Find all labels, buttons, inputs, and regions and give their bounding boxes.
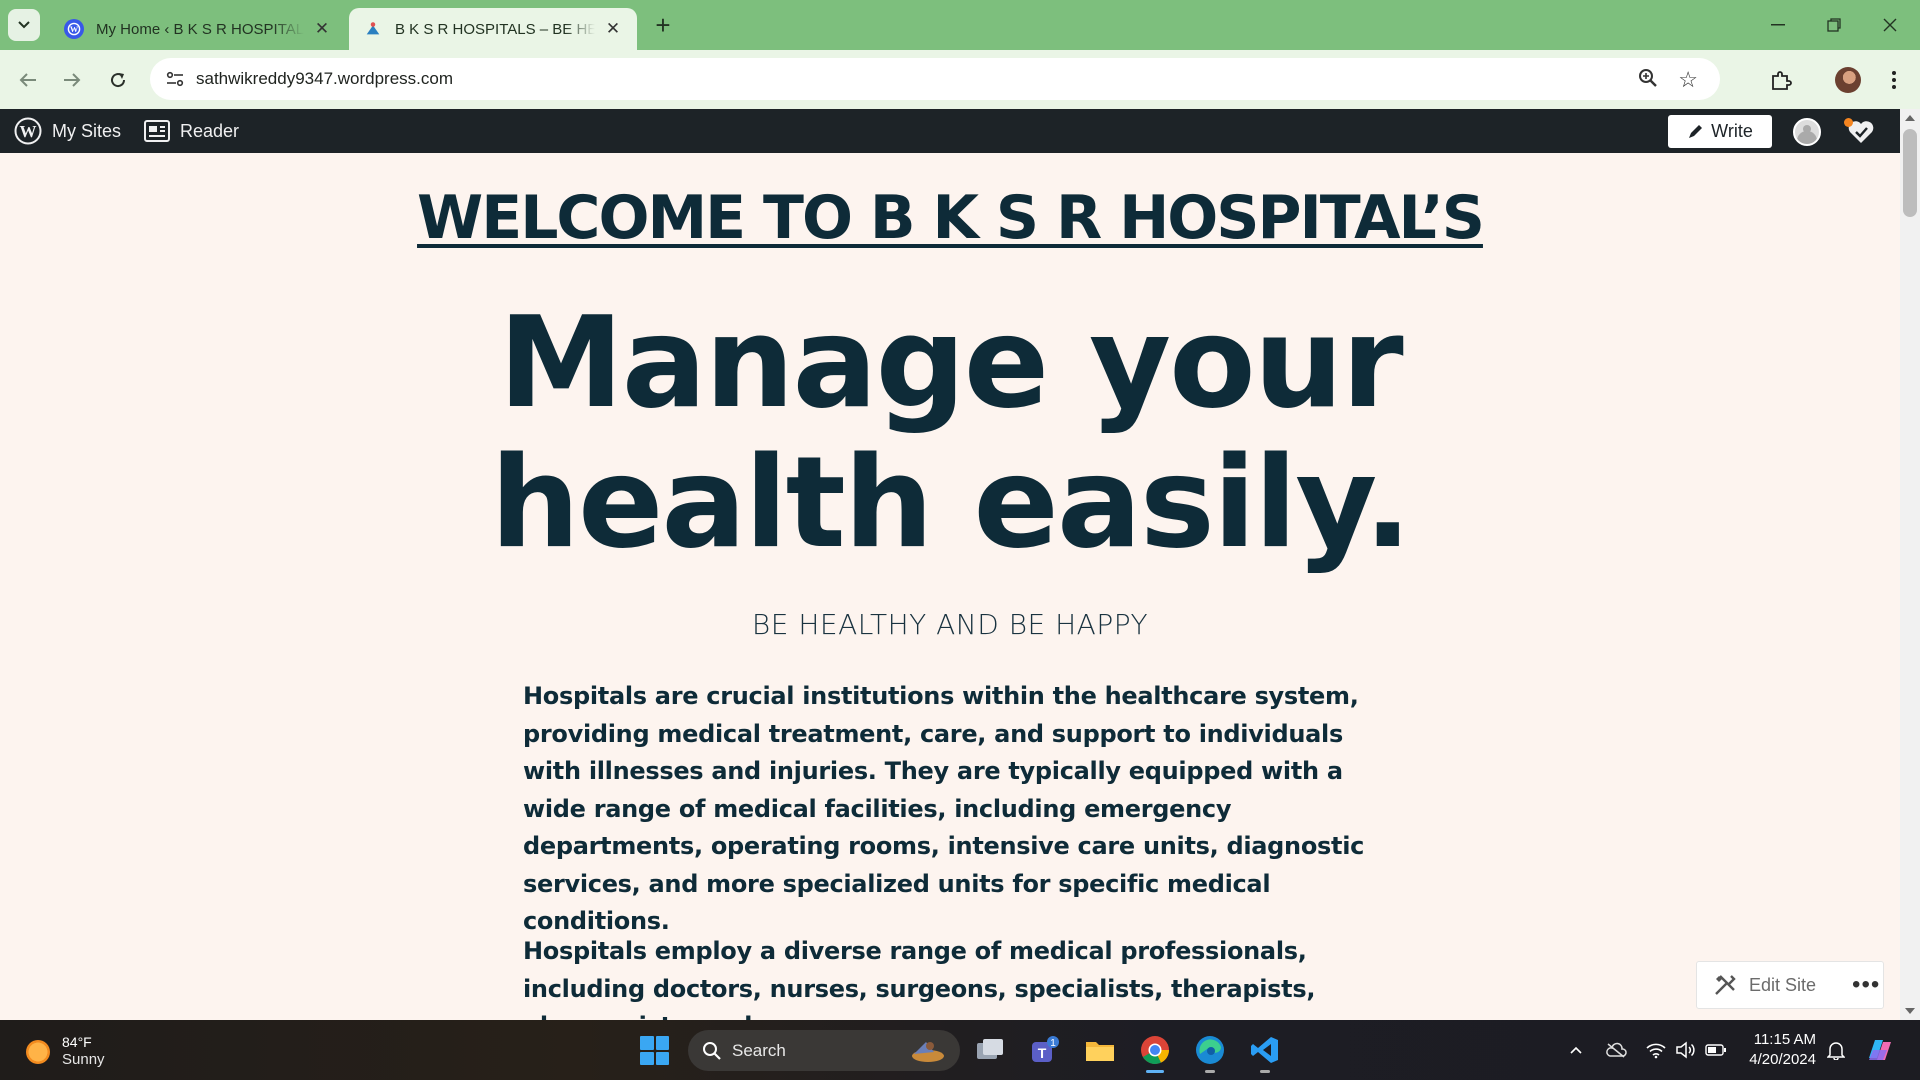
site-tagline: BE HEALTHY AND BE HAPPY	[751, 608, 1149, 641]
weather-description: Sunny	[62, 1051, 105, 1068]
edit-site-button[interactable]: Edit Site •••	[1696, 961, 1884, 1009]
pen-icon	[1689, 124, 1703, 138]
edit-site-label: Edit Site	[1749, 974, 1817, 995]
paragraph-1: Hospitals are crucial institutions withi…	[523, 682, 1365, 935]
teams-badge: 1	[1050, 1038, 1056, 1049]
svg-text:T: T	[1038, 1045, 1047, 1061]
hero-heading: Manage your health easily.	[0, 293, 1900, 573]
edge-icon[interactable]	[1193, 1033, 1227, 1073]
puzzle-icon	[1772, 71, 1792, 90]
weather-temperature: 84°F	[62, 1034, 92, 1050]
svg-text:W: W	[70, 25, 79, 34]
clock-time: 11:15 AM	[1753, 1031, 1816, 1048]
my-sites-label: My Sites	[52, 120, 122, 141]
site-info-icon[interactable]	[160, 64, 190, 94]
sun-icon	[26, 1039, 50, 1064]
page-content: WELCOME TO B K S R HOSPITAL’S Manage you…	[0, 153, 1900, 1020]
hero-line-2: health easily.	[490, 429, 1411, 576]
user-avatar[interactable]	[1793, 118, 1821, 146]
file-explorer-icon[interactable]	[1083, 1033, 1117, 1067]
zoom-icon[interactable]	[1638, 68, 1658, 93]
weather-widget[interactable]: 84°F Sunny	[26, 1034, 105, 1069]
tab-title: My Home ‹ B K S R HOSPITALS — WordPress.…	[96, 20, 304, 38]
close-window-button[interactable]	[1862, 0, 1918, 50]
volume-icon[interactable]	[1674, 1038, 1698, 1062]
tab-search-button[interactable]	[8, 9, 40, 41]
browser-menu-button[interactable]	[1878, 64, 1910, 96]
running-indicator	[1260, 1070, 1270, 1073]
forward-button[interactable]	[56, 64, 88, 96]
copilot-icon[interactable]	[1864, 1034, 1896, 1066]
extensions-button[interactable]	[1765, 64, 1797, 96]
reader-icon	[144, 120, 170, 142]
browser-toolbar: sathwikreddy9347.wordpress.com ☆	[0, 50, 1920, 109]
minimize-icon	[1771, 24, 1785, 26]
page-scrollbar[interactable]	[1900, 109, 1920, 1020]
write-label: Write	[1711, 121, 1753, 141]
show-hidden-icons-chevron-icon[interactable]	[1566, 1038, 1586, 1062]
tab-title: B K S R HOSPITALS – BE HEALTHY AND BE HA…	[395, 20, 595, 38]
clock-date: 4/20/2024	[1749, 1051, 1816, 1068]
browser-tab-strip: W My Home ‹ B K S R HOSPITALS — WordPres…	[0, 0, 1920, 50]
reader-label: Reader	[180, 120, 240, 141]
more-options-icon[interactable]: •••	[1852, 971, 1880, 999]
url-text: sathwikreddy9347.wordpress.com	[196, 69, 454, 88]
search-icon	[703, 1041, 721, 1060]
forward-arrow-icon	[64, 73, 81, 87]
windows-start-icon[interactable]	[640, 1036, 669, 1065]
back-button[interactable]	[12, 64, 44, 96]
search-label: Search	[732, 1040, 786, 1060]
tab-bksr-hospitals[interactable]: B K S R HOSPITALS – BE HEALTHY AND BE HA…	[349, 8, 637, 50]
reload-button[interactable]	[102, 64, 134, 96]
close-tab-icon[interactable]: ✕	[603, 19, 623, 39]
reload-icon	[111, 73, 126, 88]
scroll-up-arrow-icon[interactable]	[1905, 115, 1915, 121]
write-button[interactable]: Write	[1668, 115, 1772, 148]
windows-taskbar: 84°F Sunny Search T1 11:15 AM 4/20/2024	[0, 1020, 1920, 1080]
paragraph-2: Hospitals employ a diverse range of medi…	[523, 937, 1316, 1020]
chevron-down-icon	[18, 21, 30, 29]
profile-avatar	[1835, 67, 1861, 93]
task-view-icon[interactable]	[973, 1033, 1007, 1067]
restore-icon	[1827, 18, 1841, 32]
restore-button[interactable]	[1806, 0, 1862, 50]
onedrive-icon[interactable]	[1604, 1038, 1628, 1062]
active-indicator	[1146, 1070, 1164, 1073]
vscode-icon[interactable]	[1248, 1033, 1282, 1073]
kebab-menu-icon	[1892, 71, 1896, 89]
search-highlight-icon	[912, 1042, 944, 1062]
back-arrow-icon	[19, 73, 36, 87]
teams-icon[interactable]: T1	[1028, 1033, 1062, 1067]
svg-text:W: W	[20, 122, 37, 141]
running-indicator	[1205, 1070, 1215, 1073]
scrollbar-thumb[interactable]	[1903, 129, 1917, 217]
taskbar-clock[interactable]: 11:15 AM 4/20/2024	[1730, 1030, 1816, 1070]
wordpress-admin-bar: W My Sites Reader Write	[0, 109, 1900, 153]
site-favicon-icon	[363, 19, 383, 39]
battery-icon[interactable]	[1704, 1038, 1728, 1062]
new-tab-button[interactable]: +	[650, 10, 676, 40]
taskbar-search-box[interactable]: Search	[688, 1030, 960, 1071]
wordpress-icon: W	[64, 19, 84, 39]
wordpress-logo-icon: W	[14, 117, 42, 145]
tab-my-home[interactable]: W My Home ‹ B K S R HOSPITALS — WordPres…	[50, 8, 346, 50]
profile-button[interactable]	[1832, 64, 1864, 96]
my-sites-link[interactable]: W My Sites	[14, 109, 121, 153]
wifi-icon[interactable]	[1644, 1038, 1668, 1062]
bookmark-star-icon[interactable]: ☆	[1678, 67, 1698, 93]
notification-bell-icon[interactable]	[1824, 1038, 1848, 1062]
notifications-button[interactable]	[1844, 117, 1876, 147]
scroll-down-arrow-icon[interactable]	[1905, 1008, 1915, 1014]
minimize-button[interactable]	[1750, 0, 1806, 50]
hero-line-1: Manage your	[498, 289, 1403, 436]
close-tab-icon[interactable]: ✕	[312, 19, 332, 39]
reader-link[interactable]: Reader	[144, 109, 239, 153]
address-bar[interactable]: sathwikreddy9347.wordpress.com ☆	[150, 58, 1720, 100]
tools-icon	[1715, 975, 1736, 995]
chrome-icon[interactable]	[1138, 1033, 1172, 1073]
notification-dot	[1844, 118, 1853, 127]
welcome-heading: WELCOME TO B K S R HOSPITAL’S	[417, 183, 1485, 253]
close-icon	[1883, 18, 1897, 32]
